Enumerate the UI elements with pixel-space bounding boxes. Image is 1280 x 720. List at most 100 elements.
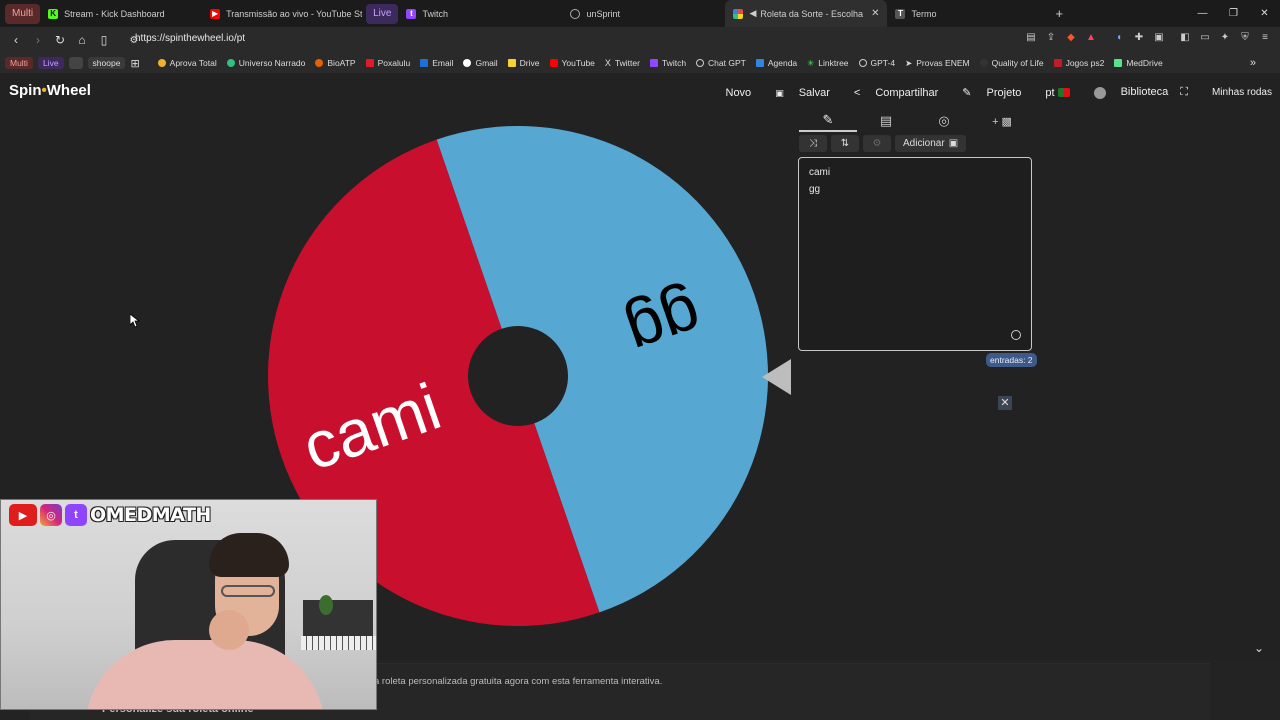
bookmark-email[interactable]: Email bbox=[420, 58, 453, 68]
bookmark-icon[interactable]: ▯ bbox=[94, 33, 114, 47]
bookmark-label: Universo Narrado bbox=[238, 58, 306, 68]
bookmark-poxalulu[interactable]: Poxalulu bbox=[365, 58, 410, 68]
projeto-button[interactable]: ✎ Projeto bbox=[950, 86, 1021, 99]
bookmark-jogos-ps2[interactable]: Jogos ps2 bbox=[1053, 58, 1104, 68]
bookmark-folder-icon[interactable] bbox=[68, 57, 83, 69]
tab-group-multi[interactable]: Multi bbox=[5, 3, 41, 24]
bookmark-shoope[interactable]: shoope bbox=[87, 57, 126, 69]
more-bookmarks-icon[interactable]: » bbox=[1250, 57, 1256, 69]
sidebar-icon[interactable]: ◧ bbox=[1178, 31, 1192, 45]
bookmark-gmail[interactable]: Gmail bbox=[463, 58, 498, 68]
close-tab-icon[interactable]: ✕ bbox=[871, 8, 879, 19]
tab-termo[interactable]: T Termo bbox=[887, 0, 1047, 27]
apps-grid-icon[interactable]: ⊞ bbox=[130, 57, 139, 70]
wallet-icon[interactable]: ▭ bbox=[1198, 31, 1212, 45]
entry-line: gg bbox=[809, 184, 821, 195]
bookmark-label: Agenda bbox=[767, 58, 798, 68]
entry-line: cami bbox=[809, 167, 831, 178]
bookmark-multi[interactable]: Multi bbox=[5, 57, 33, 69]
tab-label: Stream - Kick Dashboard bbox=[64, 8, 165, 19]
vpn-icon[interactable]: ⛨ bbox=[1238, 31, 1252, 45]
wheel-center-hub[interactable] bbox=[468, 326, 568, 426]
webcam-overlay: ▶ ◎ t OMEDMATH bbox=[0, 499, 377, 710]
bookmark-youtube[interactable]: YouTube bbox=[549, 58, 595, 68]
tab-unsprint[interactable]: unSprint bbox=[562, 0, 725, 27]
tab-add-image[interactable]: + ▩ bbox=[973, 110, 1031, 132]
minhas-rodas-button[interactable]: Minhas rodas bbox=[1212, 87, 1272, 98]
biblioteca-button[interactable]: Biblioteca bbox=[1082, 86, 1169, 99]
projeto-label: Projeto bbox=[986, 87, 1022, 99]
close-icon[interactable]: ✕ bbox=[998, 396, 1012, 410]
drive-icon bbox=[507, 59, 516, 67]
bookmark-quality-of-life[interactable]: Quality of Life bbox=[979, 58, 1044, 68]
arrow-icon: ➤ bbox=[905, 57, 913, 68]
bookmark-drive[interactable]: Drive bbox=[507, 58, 540, 68]
tab-label: Roleta da Sorte - Escolha Pe... bbox=[760, 8, 865, 19]
reader-icon[interactable]: ▤ bbox=[1024, 31, 1038, 45]
restore-icon[interactable]: ❐ bbox=[1218, 8, 1249, 19]
bookmark-twitch[interactable]: Twitch bbox=[649, 58, 686, 68]
bookmark-aprova-total[interactable]: Aprova Total bbox=[157, 58, 217, 68]
settings-button[interactable]: ⚙ bbox=[863, 135, 891, 152]
salvar-button[interactable]: ▣ Salvar bbox=[763, 87, 830, 99]
bookmark-gpt4[interactable]: GPT-4 bbox=[858, 58, 895, 68]
rewards-icon[interactable]: ▲ bbox=[1084, 31, 1098, 45]
extensions-icon[interactable]: ✚ bbox=[1132, 31, 1146, 45]
brave-shield-icon[interactable]: ◆ bbox=[1064, 31, 1078, 45]
entries-textarea[interactable]: cami gg bbox=[798, 157, 1032, 351]
site-logo[interactable]: Spin•Wheel bbox=[9, 82, 91, 99]
instagram-icon: ◎ bbox=[40, 504, 62, 526]
clipboard-icon: ▤ bbox=[879, 113, 893, 128]
tab-group-live[interactable]: Live bbox=[366, 3, 399, 24]
eye-off-icon: ◎ bbox=[938, 113, 950, 128]
bottom-description: a roleta personalizada gratuita agora co… bbox=[374, 676, 663, 687]
tab-kick-dashboard[interactable]: K Stream - Kick Dashboard bbox=[40, 0, 202, 27]
forward-icon[interactable]: › bbox=[28, 33, 48, 47]
bookmark-bioatp[interactable]: BioATP bbox=[315, 58, 356, 68]
tab-twitch[interactable]: t Twitch bbox=[398, 0, 562, 27]
url-field[interactable]: https://spinthewheel.io/pt bbox=[135, 33, 245, 44]
gear-icon: ⚙ bbox=[872, 138, 882, 149]
language-selector[interactable]: pt bbox=[1033, 87, 1070, 99]
speaker-icon[interactable]: ◀ bbox=[749, 8, 756, 19]
bookmark-label: Twitter bbox=[614, 58, 640, 68]
bookmark-agenda[interactable]: Agenda bbox=[755, 58, 798, 68]
minimize-icon[interactable]: — bbox=[1187, 8, 1218, 19]
bookmark-universo-narrado[interactable]: Universo Narrado bbox=[226, 58, 306, 68]
biblioteca-label: Biblioteca bbox=[1120, 86, 1169, 99]
emoji-icon[interactable] bbox=[1011, 330, 1021, 340]
tab-label: Termo bbox=[911, 8, 937, 19]
streamer-hair bbox=[209, 533, 289, 577]
back-icon[interactable]: ‹ bbox=[6, 33, 26, 47]
novo-button[interactable]: Novo bbox=[726, 87, 752, 99]
screenshot-icon[interactable]: ▣ bbox=[1152, 31, 1166, 45]
shuffle-button[interactable]: ⤨ bbox=[799, 135, 827, 152]
synthesizer bbox=[303, 600, 373, 636]
tab-edit[interactable]: ✎ bbox=[799, 110, 857, 132]
share-icon[interactable]: ⇪ bbox=[1044, 31, 1058, 45]
close-window-icon[interactable]: ✕ bbox=[1249, 8, 1280, 19]
tab-roleta-da-sorte[interactable]: ◀ Roleta da Sorte - Escolha Pe... ✕ bbox=[725, 0, 888, 27]
bookmark-provas-enem[interactable]: ➤ Provas ENEM bbox=[905, 58, 970, 69]
openai-icon bbox=[696, 59, 705, 67]
reload-icon[interactable]: ↻ bbox=[50, 33, 70, 47]
compartilhar-button[interactable]: < Compartilhar bbox=[842, 87, 938, 99]
leo-icon[interactable]: ✦ bbox=[1218, 31, 1232, 45]
new-tab-button[interactable]: + bbox=[1047, 0, 1071, 27]
translate-icon[interactable]: ◖ bbox=[1112, 31, 1126, 45]
pencil-icon: ✎ bbox=[822, 112, 834, 127]
menu-icon[interactable]: ≡ bbox=[1258, 31, 1272, 45]
bookmark-chat-gpt[interactable]: Chat GPT bbox=[696, 58, 746, 68]
add-image-button[interactable]: Adicionar ▣ bbox=[895, 135, 967, 152]
tab-results[interactable]: ▤ bbox=[857, 110, 915, 132]
fullscreen-icon[interactable]: ⛶ bbox=[1180, 86, 1188, 99]
tab-hidden[interactable]: ◎ bbox=[915, 110, 973, 132]
bookmark-linktree[interactable]: ✳ Linktree bbox=[807, 58, 848, 69]
bookmark-twitter[interactable]: X Twitter bbox=[605, 58, 640, 68]
tab-youtube-studio[interactable]: ▶ Transmissão ao vivo - YouTube Studio bbox=[202, 0, 362, 27]
home-icon[interactable]: ⌂ bbox=[72, 33, 92, 47]
chevron-down-icon[interactable]: ⌄ bbox=[1254, 641, 1264, 655]
bookmark-live[interactable]: Live bbox=[37, 57, 64, 69]
sort-button[interactable]: ⇅ bbox=[831, 135, 859, 152]
bookmark-meddrive[interactable]: MedDrive bbox=[1114, 58, 1163, 68]
